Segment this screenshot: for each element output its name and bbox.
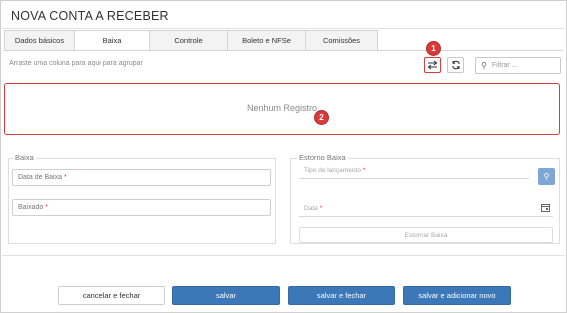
estorno-data-label: Data (304, 205, 318, 212)
required-mark: * (45, 204, 49, 211)
tab-boleto-nfse[interactable]: Boleto e NFSe (228, 30, 306, 51)
data-baixa-field[interactable]: Data de Baixa * (12, 169, 271, 186)
tab-bar: Dados básicos Baixa Controle Boleto e NF… (4, 30, 378, 51)
refresh-button[interactable] (447, 57, 464, 73)
filter-input[interactable]: ⚲ Filtrar ... (475, 57, 561, 74)
toggle-view-button[interactable] (424, 57, 441, 73)
grid-empty-area: Nenhum Registro (4, 83, 560, 135)
dialog-window: NOVA CONTA A RECEBER Dados básicos Baixa… (0, 0, 567, 313)
required-mark: * (319, 205, 323, 212)
required-mark: * (362, 167, 366, 174)
tipo-lancamento-field[interactable]: Tipo de lançamento * (299, 163, 529, 179)
refresh-icon (451, 60, 460, 70)
calendar-icon[interactable] (541, 203, 550, 214)
filter-placeholder: Filtrar ... (491, 62, 518, 69)
baixado-label: Baixado (18, 204, 44, 211)
tabs-divider (4, 50, 563, 51)
baixa-legend: Baixa (13, 153, 36, 162)
estornar-baixa-button[interactable]: Estornar Baixa (299, 227, 553, 243)
tab-comissoes[interactable]: Comissões (306, 30, 378, 51)
tab-dados-basicos[interactable]: Dados básicos (4, 30, 75, 51)
swap-arrows-icon (427, 60, 438, 70)
footer-divider (2, 255, 565, 256)
estorno-data-field[interactable]: Data * (299, 201, 553, 217)
tipo-lancamento-search-button[interactable]: ⚲ (538, 168, 555, 185)
tab-baixa[interactable]: Baixa (75, 30, 150, 51)
cancel-button[interactable]: cancelar e fechar (58, 286, 165, 305)
empty-message: Nenhum Registro (246, 103, 318, 113)
required-mark: * (63, 174, 67, 181)
title-divider (2, 28, 565, 29)
estorno-fieldset: Estorno Baixa Tipo de lançamento * ⚲ Data… (290, 153, 560, 244)
data-baixa-label: Data de Baixa (18, 174, 62, 181)
save-close-button[interactable]: salvar e fechar (288, 286, 395, 305)
search-icon: ⚲ (481, 61, 487, 70)
tipo-lancamento-label: Tipo de lançamento (304, 167, 361, 174)
tab-controle[interactable]: Controle (150, 30, 228, 51)
group-drop-hint[interactable]: Arraste uma coluna para aqui para agrupa… (9, 60, 143, 67)
save-add-new-button[interactable]: salvar e adicionar novo (403, 286, 511, 305)
callout-badge-1: 1 (426, 41, 441, 56)
estorno-legend: Estorno Baixa (297, 153, 348, 162)
save-button[interactable]: salvar (172, 286, 280, 305)
baixa-fieldset: Baixa Data de Baixa * Baixado * (8, 153, 276, 244)
dialog-title: NOVA CONTA A RECEBER (11, 9, 169, 23)
callout-badge-2: 2 (314, 110, 329, 125)
search-icon: ⚲ (543, 172, 550, 181)
baixado-field[interactable]: Baixado * (12, 199, 271, 216)
